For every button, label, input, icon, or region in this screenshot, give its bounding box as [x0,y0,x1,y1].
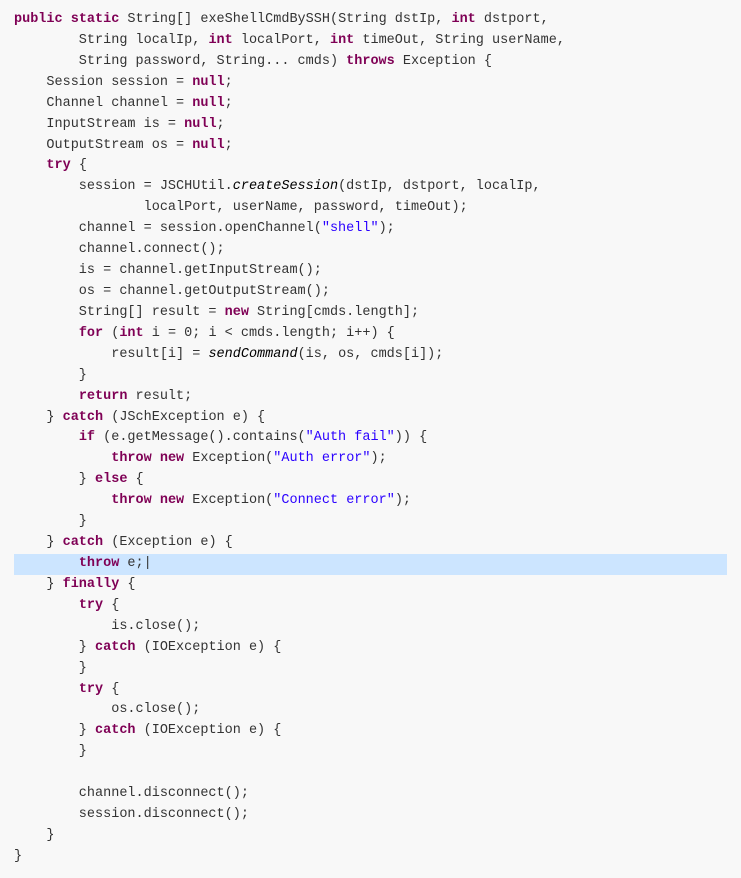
code-line: channel.connect(); [14,240,727,261]
code-line: } catch (IOException e) { [14,638,727,659]
code-line: } else { [14,470,727,491]
code-line: result[i] = sendCommand(is, os, cmds[i])… [14,345,727,366]
code-line: public static String[] exeShellCmdBySSH(… [14,10,727,31]
code-line: try { [14,156,727,177]
code-line: String[] result = new String[cmds.length… [14,303,727,324]
code-line: is = channel.getInputStream(); [14,261,727,282]
code-line: session.disconnect(); [14,805,727,826]
code-line: localPort, userName, password, timeOut); [14,198,727,219]
code-container: public static String[] exeShellCmdBySSH(… [0,0,741,878]
code-line: is.close(); [14,617,727,638]
code-line: } [14,366,727,387]
code-line: } catch (IOException e) { [14,721,727,742]
code-line [14,763,727,784]
code-line: return result; [14,387,727,408]
code-line: try { [14,680,727,701]
code-line: InputStream is = null; [14,115,727,136]
code-line: OutputStream os = null; [14,136,727,157]
code-line: throw new Exception("Auth error"); [14,449,727,470]
code-line: Channel channel = null; [14,94,727,115]
code-line: Session session = null; [14,73,727,94]
code-line: } finally { [14,575,727,596]
code-line: } [14,826,727,847]
code-line: } [14,742,727,763]
code-line: session = JSCHUtil.createSession(dstIp, … [14,177,727,198]
code-line: } [14,847,727,868]
code-line: channel = session.openChannel("shell"); [14,219,727,240]
code-line: channel.disconnect(); [14,784,727,805]
code-line: String localIp, int localPort, int timeO… [14,31,727,52]
code-line: if (e.getMessage().contains("Auth fail")… [14,428,727,449]
code-line: try { [14,596,727,617]
code-line: for (int i = 0; i < cmds.length; i++) { [14,324,727,345]
code-line: } catch (JSchException e) { [14,408,727,429]
code-line: os.close(); [14,700,727,721]
code-line: } [14,512,727,533]
code-line: throw new Exception("Connect error"); [14,491,727,512]
code-line: os = channel.getOutputStream(); [14,282,727,303]
code-line: String password, String... cmds) throws … [14,52,727,73]
code-line: throw e;| [14,554,727,575]
code-line: } [14,659,727,680]
code-line: } catch (Exception e) { [14,533,727,554]
